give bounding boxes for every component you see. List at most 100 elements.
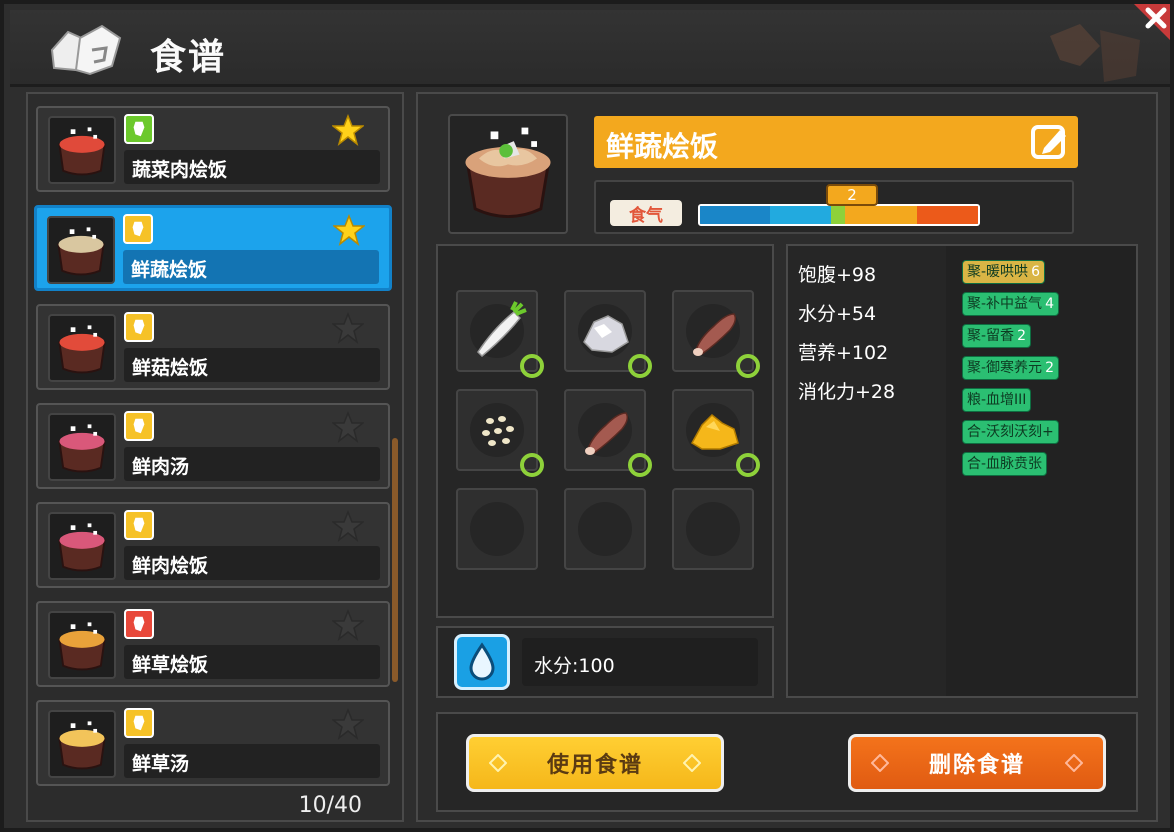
vegetable-rice-bowl-icon: [465, 127, 551, 218]
ingredient-slot[interactable]: [564, 389, 652, 477]
diamond-deco-icon: [871, 754, 889, 772]
effect-tag[interactable]: 合-血脉贲张: [962, 452, 1048, 476]
qi-value: 2: [826, 184, 878, 206]
diamond-deco-icon: [489, 754, 507, 772]
effect-tag-level: 6: [1031, 264, 1040, 280]
effect-tag-label: 聚-留香: [967, 328, 1015, 344]
stat-value: 消化力+28: [798, 381, 896, 403]
ingredient-ok-icon: [520, 354, 544, 378]
recipe-thumbnail: [48, 611, 116, 679]
unfavorite-star-icon[interactable]: [332, 312, 364, 344]
stat-value: 营养+102: [798, 342, 889, 364]
stats-panel: 饱腹+98 水分+54 营养+102 消化力+28 聚-暖哄哄 6 聚-补中益气 4 聚-留香…: [786, 244, 1138, 698]
recipe-list-item[interactable]: 鲜肉汤: [36, 403, 390, 489]
recipe-type-badge-icon: [124, 114, 154, 144]
stats-list: 饱腹+98 水分+54 营养+102 消化力+28: [798, 260, 895, 416]
effect-tag[interactable]: 聚-补中益气 4: [962, 292, 1059, 316]
recipe-type-badge-icon: [124, 510, 154, 540]
effect-tag[interactable]: 粮-血增III: [962, 388, 1032, 412]
effect-tag-level: 2: [1045, 360, 1054, 376]
recipe-list-item[interactable]: 鲜草汤: [36, 700, 390, 786]
recipe-thumbnail: [48, 512, 116, 580]
ingredient-grid: [436, 244, 774, 618]
recipe-name-bar: 鲜肉烩饭: [124, 546, 380, 580]
recipe-list-item[interactable]: 鲜草烩饭: [36, 601, 390, 687]
ingredient-slot[interactable]: [564, 290, 652, 378]
recipe-name: 蔬菜肉烩饭: [132, 159, 228, 181]
recipe-name-bar: 蔬菜肉烩饭: [124, 150, 380, 184]
water-drop-icon: [454, 634, 510, 690]
effect-tag[interactable]: 聚-留香 2: [962, 324, 1031, 348]
effect-tag-label: 粮-血增III: [967, 392, 1027, 408]
recipe-list[interactable]: 10/40 蔬菜肉烩饭 鲜蔬烩饭 鲜菇烩饭 鲜肉汤 鲜肉烩饭 鲜草烩饭 鲜草汤: [26, 92, 404, 822]
ingredient-slot[interactable]: [456, 389, 544, 477]
recipe-type-badge-icon: [124, 609, 154, 639]
ingredient-slot[interactable]: [672, 389, 760, 477]
effect-tag[interactable]: 聚-暖哄哄 6: [962, 260, 1045, 284]
window-header: 食谱: [10, 10, 1170, 87]
diamond-deco-icon: [683, 754, 701, 772]
recipe-thumbnail: [48, 116, 116, 184]
recipe-type-badge-icon: [123, 214, 153, 244]
qi-label: 食气: [610, 200, 682, 226]
stat-value: 水分+54: [798, 303, 877, 325]
effect-tag-label: 合-沃刻沃刻+: [967, 424, 1054, 440]
unfavorite-star-icon[interactable]: [332, 510, 364, 542]
stat-value: 饱腹+98: [798, 264, 877, 286]
recipe-type-badge-icon: [124, 708, 154, 738]
recipe-window: 食谱 10/40 蔬菜肉烩饭 鲜蔬烩饭 鲜菇烩饭 鲜肉汤 鲜肉烩饭 鲜草烩饭 鲜…: [0, 0, 1174, 832]
water-bar: 水分:100: [522, 638, 758, 686]
recipe-list-item[interactable]: 蔬菜肉烩饭: [36, 106, 390, 192]
salt-icon: [583, 315, 629, 353]
recipe-name-bar: 鲜蔬烩饭: [123, 250, 379, 284]
recipe-title-bar: 鲜蔬烩饭: [594, 116, 1078, 168]
recipe-name: 鲜草汤: [132, 753, 190, 775]
recipe-thumbnail: [48, 710, 116, 778]
effect-tag-level: 4: [1045, 296, 1054, 312]
ingredient-ok-icon: [520, 453, 544, 477]
ingredient-slot-empty[interactable]: [672, 488, 754, 570]
ingredient-ok-icon: [628, 354, 652, 378]
recipe-type-badge-icon: [124, 312, 154, 342]
recipe-name-bar: 鲜草烩饭: [124, 645, 380, 679]
recipe-name-bar: 鲜肉汤: [124, 447, 380, 481]
ingredient-ok-icon: [628, 453, 652, 477]
window-title: 食谱: [150, 37, 227, 78]
effect-tag-label: 聚-补中益气: [967, 296, 1043, 312]
effect-tag[interactable]: 合-沃刻沃刻+: [962, 420, 1059, 444]
recipe-name: 鲜肉汤: [132, 456, 190, 478]
favorite-star-icon[interactable]: [332, 114, 364, 146]
action-bar: 使用食谱 删除食谱: [436, 712, 1138, 812]
effect-tag-label: 聚-暖哄哄: [967, 264, 1029, 280]
unfavorite-star-icon[interactable]: [332, 411, 364, 443]
edit-icon[interactable]: [1030, 124, 1068, 160]
recipe-list-item[interactable]: 鲜肉烩饭: [36, 502, 390, 588]
effect-tag-label: 聚-御寒养元: [967, 360, 1043, 376]
list-scrollbar[interactable]: [392, 438, 398, 682]
recipe-name: 鲜蔬烩饭: [131, 259, 208, 281]
recipe-list-item[interactable]: 鲜菇烩饭: [36, 304, 390, 390]
sausage-icon: [693, 313, 737, 356]
recipe-thumbnail: [48, 413, 116, 481]
recipe-name: 鲜肉烩饭: [132, 555, 209, 577]
ingredient-slot-empty[interactable]: [456, 488, 538, 570]
close-icon[interactable]: [1126, 4, 1170, 48]
unfavorite-star-icon[interactable]: [332, 609, 364, 641]
ingredient-slot[interactable]: [456, 290, 544, 378]
delete-recipe-button[interactable]: 删除食谱: [848, 734, 1106, 792]
ingredient-ok-icon: [736, 354, 760, 378]
effect-tag-level: 2: [1017, 328, 1026, 344]
qi-meter: 食气 2: [594, 180, 1074, 234]
effect-tag[interactable]: 聚-御寒养元 2: [962, 356, 1059, 380]
recipe-list-item[interactable]: 鲜蔬烩饭: [34, 205, 392, 291]
qi-bar: [698, 204, 980, 226]
recipe-count: 10/40: [298, 793, 362, 818]
recipe-name-bar: 鲜菇烩饭: [124, 348, 380, 382]
unfavorite-star-icon[interactable]: [332, 708, 364, 740]
ingredient-slot-empty[interactable]: [564, 488, 646, 570]
favorite-star-icon[interactable]: [333, 214, 365, 246]
ingredient-slot[interactable]: [672, 290, 760, 378]
use-recipe-button[interactable]: 使用食谱: [466, 734, 724, 792]
effect-tags: 聚-暖哄哄 6 聚-补中益气 4 聚-留香 2 聚-御寒养元 2 粮-血增III 合-沃刻沃刻+ 合…: [946, 246, 1136, 696]
sausage-icon: [585, 412, 629, 455]
